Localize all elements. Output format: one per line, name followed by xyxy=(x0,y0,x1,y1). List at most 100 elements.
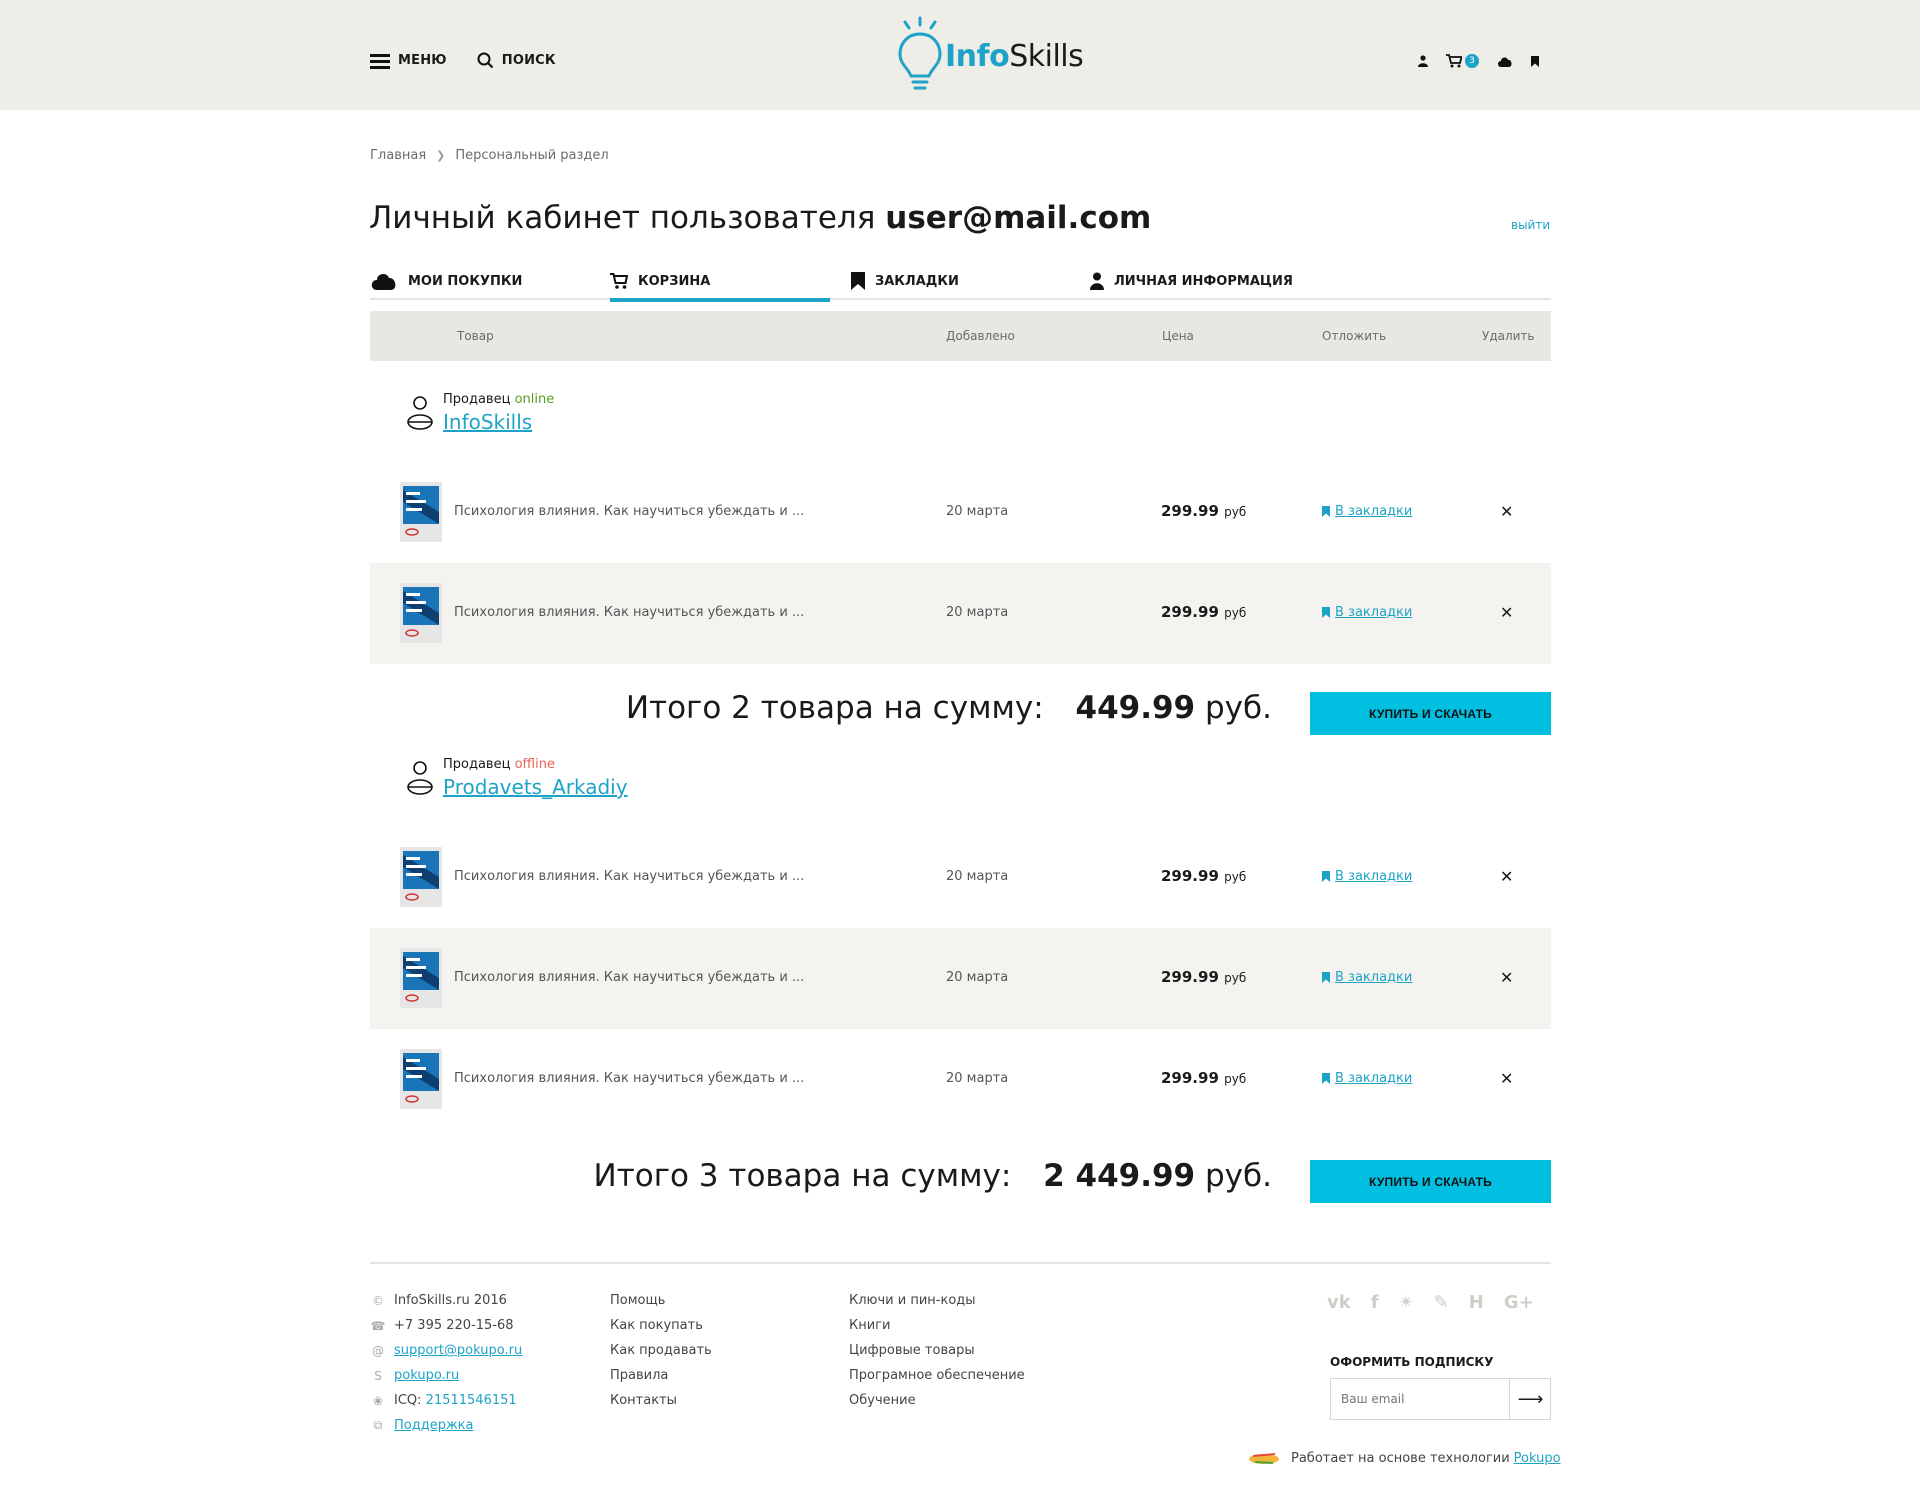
tab-label: ЗАКЛАДКИ xyxy=(875,273,959,289)
seller-name-link[interactable]: InfoSkills xyxy=(443,410,554,434)
total-currency: руб. xyxy=(1205,690,1272,726)
user-icon xyxy=(1090,272,1104,290)
footer-link[interactable]: Как покупать xyxy=(610,1313,712,1338)
bookmark-label: В закладки xyxy=(1335,504,1413,519)
vk-icon[interactable]: vk xyxy=(1327,1292,1351,1313)
support-link[interactable]: Поддержка xyxy=(394,1418,474,1433)
breadcrumb-current: Персональный раздел xyxy=(455,148,609,163)
tab-bookmarks[interactable]: ЗАКЛАДКИ xyxy=(851,262,959,300)
bookmark-label: В закладки xyxy=(1335,970,1413,985)
footer-email: @ support@pokupo.ru xyxy=(370,1338,522,1363)
footer-link[interactable]: Как продавать xyxy=(610,1338,712,1363)
product-title[interactable]: Психология влияния. Как научиться убежда… xyxy=(454,504,804,519)
subscribe-form: ⟶ xyxy=(1330,1378,1551,1420)
account-button[interactable] xyxy=(1418,55,1428,67)
add-to-bookmarks-link[interactable]: В закладки xyxy=(1322,504,1412,519)
add-to-bookmarks-link[interactable]: В закладки xyxy=(1322,605,1412,620)
breadcrumb: Главная ❯ Персональный раздел xyxy=(370,148,609,163)
logout-link[interactable]: выйти xyxy=(1511,218,1550,232)
product-date: 20 марта xyxy=(946,869,1009,884)
delete-icon[interactable]: ✕ xyxy=(1500,603,1513,622)
cart-item-row: Психология влияния. Как научиться убежда… xyxy=(370,1029,1551,1130)
add-to-bookmarks-link[interactable]: В закладки xyxy=(1322,869,1412,884)
cloud-icon xyxy=(371,274,396,290)
bookmarks-button[interactable] xyxy=(1531,55,1539,67)
purchases-button[interactable] xyxy=(1497,56,1513,67)
footer-link[interactable]: Цифровые товары xyxy=(849,1338,1025,1363)
footer-category-links: Ключи и пин-коды Книги Цифровые товары П… xyxy=(849,1288,1025,1413)
page-title: Личный кабинет пользователя user@mail.co… xyxy=(369,200,1151,236)
icq-icon: ❀ xyxy=(372,1393,384,1408)
subscribe-email-input[interactable] xyxy=(1331,1379,1509,1419)
footer-link[interactable]: Контакты xyxy=(610,1388,712,1413)
facebook-icon[interactable]: f xyxy=(1371,1292,1379,1313)
footer-link[interactable]: Книги xyxy=(849,1313,1025,1338)
delete-icon[interactable]: ✕ xyxy=(1500,968,1513,987)
habr-icon[interactable]: H xyxy=(1469,1292,1484,1313)
total-label: Итого 2 товара на сумму: xyxy=(625,690,1044,726)
pokupo-link[interactable]: Pokupo xyxy=(1514,1451,1561,1466)
twitter-icon[interactable]: ✴ xyxy=(1399,1292,1414,1313)
book-cover-image[interactable] xyxy=(400,847,442,907)
livejournal-icon[interactable]: ✎ xyxy=(1434,1292,1449,1313)
column-product: Товар xyxy=(457,329,494,343)
google-plus-icon[interactable]: G+ xyxy=(1504,1292,1534,1313)
breadcrumb-home[interactable]: Главная xyxy=(370,148,426,163)
footer-link[interactable]: Правила xyxy=(610,1363,712,1388)
copyright-icon: © xyxy=(372,1293,384,1308)
cart-count-badge: 3 xyxy=(1465,54,1479,68)
column-price: Цена xyxy=(1162,329,1194,343)
add-to-bookmarks-link[interactable]: В закладки xyxy=(1322,1071,1412,1086)
footer-link[interactable]: Програмное обеспечение xyxy=(849,1363,1025,1388)
footer-contacts: © InfoSkills.ru 2016 ☎ +7 395 220-15-68 @ s… xyxy=(370,1288,523,1438)
total-currency: руб. xyxy=(1205,1158,1272,1194)
search-button[interactable]: ПОИСК xyxy=(477,52,556,69)
site-logo[interactable]: InfoSkills xyxy=(895,16,1084,96)
book-cover-image[interactable] xyxy=(400,1049,442,1109)
seller-name-link[interactable]: Prodavets_Arkadiy xyxy=(443,775,628,799)
skype-link[interactable]: pokupo.ru xyxy=(394,1368,459,1383)
support-icon: ⧉ xyxy=(373,1418,383,1432)
product-price: 299.99 руб xyxy=(1161,1069,1247,1087)
user-icon xyxy=(1418,55,1428,67)
product-date: 20 марта xyxy=(946,970,1009,985)
tab-purchases[interactable]: МОИ ПОКУПКИ xyxy=(370,262,522,300)
phone-icon: ☎ xyxy=(370,1318,386,1333)
footer-link[interactable]: Ключи и пин-коды xyxy=(849,1288,1025,1313)
book-cover-image[interactable] xyxy=(400,583,442,643)
footer-icq: ❀ ICQ: 21511546151 xyxy=(370,1388,522,1413)
seller-status-line: Продавец offline xyxy=(443,757,628,772)
buy-and-download-button[interactable]: КУПИТЬ И СКАЧАТЬ xyxy=(1310,692,1551,735)
footer-link[interactable]: Помощь xyxy=(610,1288,712,1313)
user-email: user@mail.com xyxy=(885,200,1152,236)
delete-icon[interactable]: ✕ xyxy=(1500,502,1513,521)
footer-info-links: Помощь Как покупать Как продавать Правил… xyxy=(610,1288,712,1413)
bookmark-icon xyxy=(1322,607,1330,618)
cloud-icon xyxy=(1498,56,1512,67)
bookmark-label: В закладки xyxy=(1335,869,1413,884)
footer-link[interactable]: Обучение xyxy=(849,1388,1025,1413)
bookmark-icon xyxy=(851,272,865,290)
cart-item-row: Психология влияния. Как научиться убежда… xyxy=(370,827,1551,928)
buy-and-download-button[interactable]: КУПИТЬ И СКАЧАТЬ xyxy=(1310,1160,1551,1203)
user-outline-icon xyxy=(407,761,433,795)
chevron-right-icon: ❯ xyxy=(436,149,446,162)
menu-button[interactable]: МЕНЮ xyxy=(370,53,447,69)
product-title[interactable]: Психология влияния. Как научиться убежда… xyxy=(454,605,804,620)
product-title[interactable]: Психология влияния. Как научиться убежда… xyxy=(454,869,804,884)
book-cover-image[interactable] xyxy=(400,948,442,1008)
delete-icon[interactable]: ✕ xyxy=(1500,1069,1513,1088)
product-title[interactable]: Психология влияния. Как научиться убежда… xyxy=(454,1071,804,1086)
book-cover-image[interactable] xyxy=(400,482,442,542)
tab-label: МОИ ПОКУПКИ xyxy=(408,273,523,289)
add-to-bookmarks-link[interactable]: В закладки xyxy=(1322,970,1412,985)
header-actions: 3 xyxy=(1400,54,1539,68)
cart-button[interactable]: 3 xyxy=(1446,54,1479,68)
delete-icon[interactable]: ✕ xyxy=(1500,867,1513,886)
product-title[interactable]: Психология влияния. Как научиться убежда… xyxy=(454,970,804,985)
arrow-right-icon[interactable]: ⟶ xyxy=(1509,1379,1551,1419)
email-link[interactable]: support@pokupo.ru xyxy=(394,1343,522,1358)
tab-personal-info[interactable]: ЛИЧНАЯ ИНФОРМАЦИЯ xyxy=(1090,262,1293,300)
icq-link[interactable]: 21511546151 xyxy=(426,1393,517,1408)
tab-cart[interactable]: КОРЗИНА xyxy=(610,262,830,302)
